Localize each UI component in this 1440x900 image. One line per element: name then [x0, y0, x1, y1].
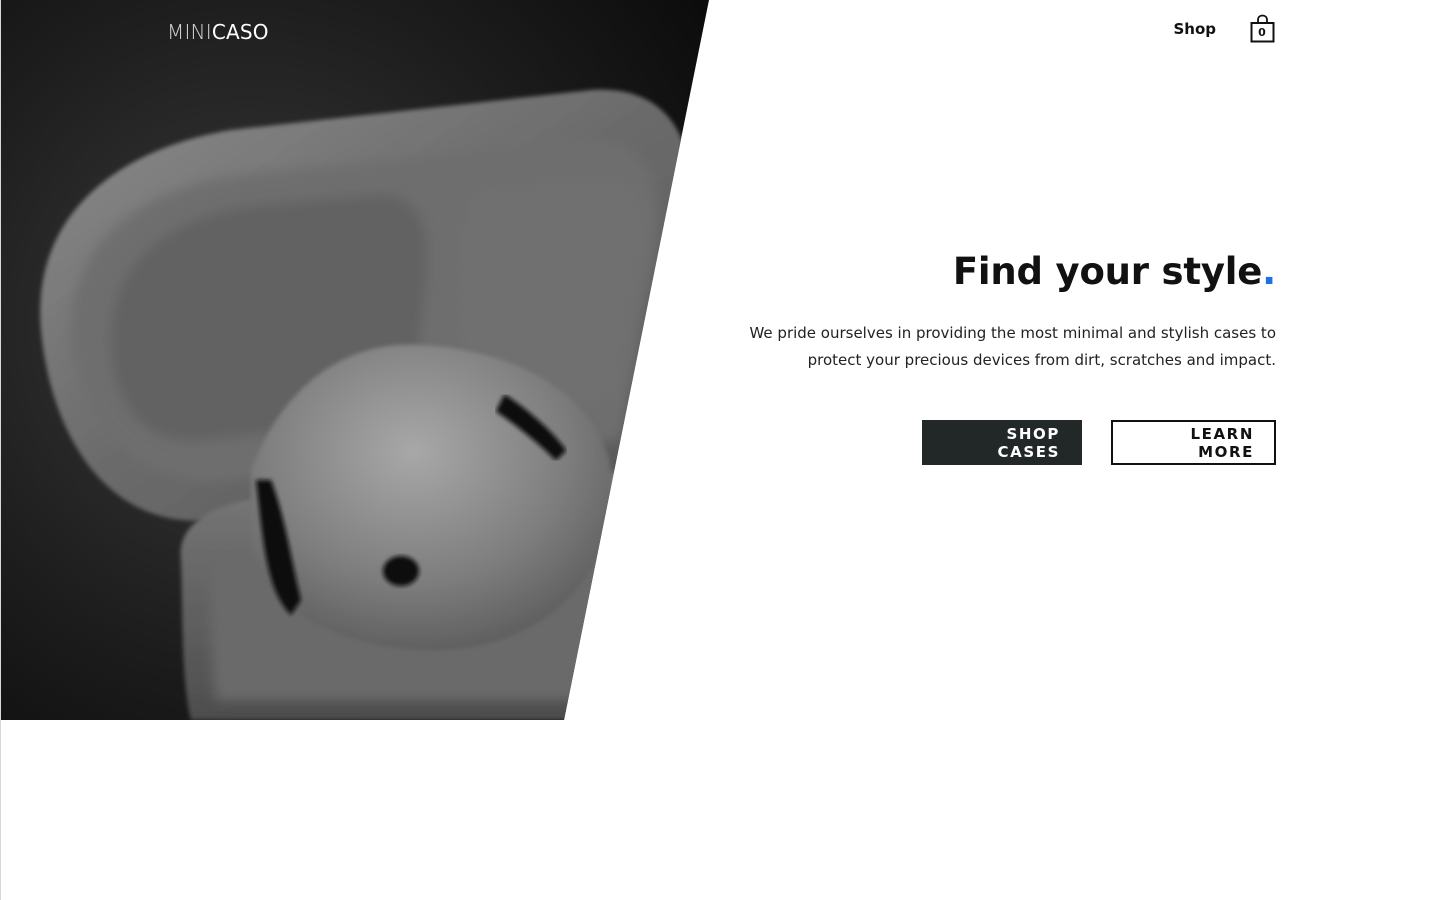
nav-shop-link[interactable]: Shop [1173, 20, 1216, 38]
learn-more-button[interactable]: LEARN MORE [1111, 420, 1276, 465]
hero-image [1, 0, 709, 720]
shop-cases-button[interactable]: SHOP CASES [922, 420, 1082, 465]
cart-count-badge: 0 [1258, 26, 1266, 39]
hero-headline-text: Find your style [952, 250, 1263, 293]
cart-button[interactable]: 0 [1250, 14, 1276, 44]
logo-strong-text: CASO [211, 20, 269, 44]
hero-tagline-line1: We pride ourselves in providing the most… [749, 324, 1276, 342]
page: MINICASO Shop 0 Find your style. We prid… [0, 0, 1440, 900]
logo-light-text: MINI [167, 20, 212, 44]
hero-content: Find your style. We pride ourselves in p… [716, 248, 1276, 465]
hero-buttons: SHOP CASES LEARN MORE [716, 420, 1276, 465]
hero-headline: Find your style. [716, 248, 1276, 296]
main-nav: Shop 0 [1173, 14, 1276, 44]
hero-tagline: We pride ourselves in providing the most… [716, 320, 1276, 374]
hero-headline-dot: . [1262, 250, 1276, 293]
hero-tagline-line2: protect your precious devices from dirt,… [807, 351, 1276, 369]
logo[interactable]: MINICASO [167, 20, 269, 44]
